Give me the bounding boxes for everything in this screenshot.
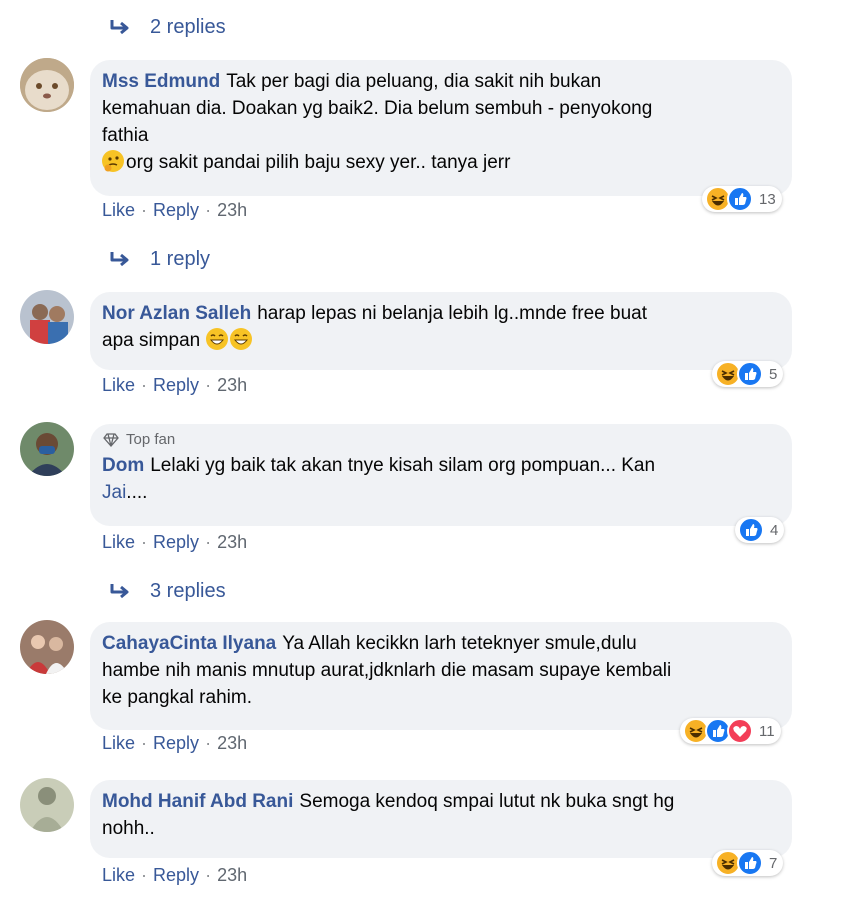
like-link[interactable]: Like: [102, 200, 135, 221]
avatar[interactable]: [20, 290, 74, 344]
reply-link[interactable]: Reply: [153, 865, 199, 886]
comment-actions: Like · Reply · 23h: [102, 375, 247, 396]
like-link[interactable]: Like: [102, 733, 135, 754]
separator-dot: ·: [205, 532, 212, 552]
comment-text: nohh..: [102, 818, 155, 839]
reply-link[interactable]: Reply: [153, 733, 199, 754]
comment-text: apa simpan: [102, 330, 201, 351]
separator-dot: ·: [141, 375, 148, 395]
comment-bubble: Nor Azlan Salleh harap lepas ni belanja l…: [90, 292, 792, 370]
view-replies-link[interactable]: 2 replies: [108, 16, 226, 39]
top-fan-badge[interactable]: Top fan: [102, 431, 175, 448]
thinking-emoji-icon: [102, 150, 124, 172]
replies-count-label: 2 replies: [150, 16, 226, 38]
timestamp[interactable]: 23h: [217, 733, 247, 754]
reaction-summary[interactable]: 5: [712, 361, 784, 387]
comment-actions: Like · Reply · 23h: [102, 865, 247, 886]
separator-dot: ·: [205, 375, 212, 395]
mention-link[interactable]: Jai: [102, 482, 126, 503]
comment-text: Lelaki yg baik tak akan tnye kisah silam…: [150, 455, 656, 476]
profile-photo-icon: [20, 778, 74, 832]
comment-actions: Like · Reply · 23h: [102, 200, 247, 221]
separator-dot: ·: [141, 532, 148, 552]
commenter-name[interactable]: Nor Azlan Salleh: [102, 303, 251, 324]
comment-bubble: Mss Edmund Tak per bagi dia peluang, dia …: [90, 60, 792, 196]
commenter-name[interactable]: Mss Edmund: [102, 71, 220, 92]
reply-arrow-icon: [110, 583, 129, 598]
like-reaction-icon: [737, 850, 763, 876]
reply-link[interactable]: Reply: [153, 200, 199, 221]
timestamp[interactable]: 23h: [217, 865, 247, 886]
commenter-name[interactable]: CahayaCinta Ilyana: [102, 633, 276, 654]
reply-arrow-icon: [110, 251, 129, 266]
profile-photo-icon: [20, 290, 74, 344]
separator-dot: ·: [141, 733, 148, 753]
diamond-icon: [103, 432, 119, 447]
reaction-summary[interactable]: 7: [712, 850, 784, 876]
like-reaction-icon: [738, 517, 764, 543]
replies-count-label: 1 reply: [150, 248, 211, 270]
reply-arrow-icon: [110, 19, 129, 34]
comment-text: harap lepas ni belanja lebih lg..mnde fr…: [257, 303, 647, 324]
love-reaction-icon: [727, 718, 753, 744]
view-replies-link[interactable]: 3 replies: [108, 580, 226, 603]
like-link[interactable]: Like: [102, 865, 135, 886]
reply-link[interactable]: Reply: [153, 532, 199, 553]
timestamp[interactable]: 23h: [217, 375, 247, 396]
like-reaction-icon: [737, 361, 763, 387]
separator-dot: ·: [141, 865, 148, 885]
comment-bubble: Mohd Hanif Abd Rani Semoga kendoq smpai l…: [90, 780, 792, 858]
separator-dot: ·: [205, 733, 212, 753]
comment-actions: Like · Reply · 23h: [102, 532, 247, 553]
reaction-count: 11: [759, 722, 775, 740]
like-reaction-icon: [727, 186, 753, 212]
reaction-count: 13: [759, 190, 776, 208]
comment-text: ....: [126, 482, 148, 503]
comment-bubble: Dom Lelaki yg baik tak akan tnye kisah si…: [90, 424, 792, 526]
comment-text: kemahuan dia. Doakan yg baik2. Dia belum…: [102, 98, 653, 119]
timestamp[interactable]: 23h: [217, 532, 247, 553]
commenter-name[interactable]: Mohd Hanif Abd Rani: [102, 791, 293, 812]
reaction-summary[interactable]: 11: [680, 718, 781, 744]
avatar[interactable]: [20, 778, 74, 832]
badge-label: Top fan: [126, 431, 176, 448]
comment-text: fathia: [102, 125, 149, 146]
separator-dot: ·: [141, 200, 148, 220]
replies-count-label: 3 replies: [150, 580, 226, 602]
avatar[interactable]: [20, 58, 74, 112]
reaction-summary[interactable]: 4: [735, 517, 785, 543]
avatar[interactable]: [20, 620, 74, 674]
cat-photo-icon: [20, 58, 74, 112]
reply-link[interactable]: Reply: [153, 375, 199, 396]
comment-text: org sakit pandai pilih baju sexy yer.. t…: [126, 152, 511, 173]
reaction-count: 7: [769, 854, 778, 872]
profile-photo-icon: [20, 620, 74, 674]
comment-text: ke pangkal rahim.: [102, 687, 252, 708]
comment-bubble: CahayaCinta Ilyana Ya Allah kecikkn larh …: [90, 622, 792, 730]
comment-text: Ya Allah kecikkn larh teteknyer smule,du…: [282, 633, 637, 654]
avatar[interactable]: [20, 422, 74, 476]
comment-actions: Like · Reply · 23h: [102, 733, 247, 754]
timestamp[interactable]: 23h: [217, 200, 247, 221]
like-link[interactable]: Like: [102, 532, 135, 553]
commenter-name[interactable]: Dom: [102, 455, 144, 476]
like-link[interactable]: Like: [102, 375, 135, 396]
reaction-summary[interactable]: 13: [702, 186, 782, 212]
profile-photo-icon: [20, 422, 74, 476]
grinning-emoji-icon: [229, 328, 252, 350]
comment-text: Tak per bagi dia peluang, dia sakit nih …: [226, 71, 602, 92]
separator-dot: ·: [205, 865, 212, 885]
view-replies-link[interactable]: 1 reply: [108, 248, 210, 271]
reaction-count: 4: [770, 521, 779, 539]
comment-text: hambe nih manis mnutup aurat,jdknlarh di…: [102, 660, 672, 681]
grinning-emoji-icon: [205, 328, 228, 350]
reaction-count: 5: [769, 365, 778, 383]
comment-text: Semoga kendoq smpai lutut nk buka sngt h…: [299, 791, 675, 812]
separator-dot: ·: [205, 200, 212, 220]
